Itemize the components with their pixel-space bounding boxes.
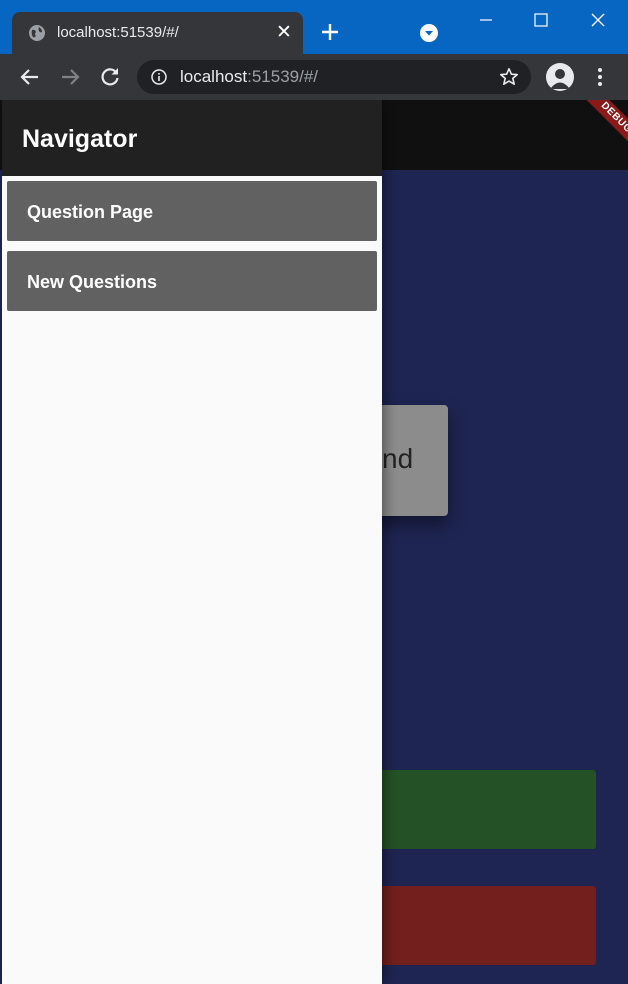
- close-icon[interactable]: [586, 8, 610, 32]
- tab-close-icon[interactable]: ✕: [274, 23, 294, 43]
- drawer-header: Navigator: [2, 100, 382, 176]
- profile-avatar[interactable]: [546, 63, 574, 91]
- arrow-left-icon[interactable]: [18, 65, 42, 89]
- drawer-item-question-page[interactable]: Question Page: [7, 181, 377, 241]
- globe-icon: [29, 25, 45, 41]
- arrow-right-icon[interactable]: [58, 65, 82, 89]
- tab-title: localhost:51539/#/: [57, 24, 179, 41]
- minimize-icon[interactable]: [474, 8, 498, 32]
- kebab-menu-icon[interactable]: [588, 65, 612, 89]
- background-card-text: nd: [382, 443, 414, 474]
- title-bar: localhost:51539/#/ ✕: [0, 0, 628, 54]
- browser-toolbar: localhost:51539/#/: [0, 54, 628, 100]
- url-text[interactable]: localhost:51539/#/: [180, 68, 318, 86]
- browser-window: localhost:51539/#/ ✕ localhost:51539/#/ …: [0, 0, 628, 984]
- page-viewport: nd DEBUG Navigator Question Page New Que…: [0, 100, 628, 984]
- reload-icon[interactable]: [98, 65, 122, 89]
- maximize-icon[interactable]: [529, 8, 553, 32]
- address-bar[interactable]: localhost:51539/#/: [137, 60, 531, 94]
- star-icon[interactable]: [499, 67, 519, 87]
- person-icon: [550, 69, 570, 89]
- drawer-title: Navigator: [22, 125, 138, 153]
- info-icon[interactable]: [151, 69, 167, 85]
- url-path: :51539/#/: [247, 67, 319, 86]
- plus-icon[interactable]: [318, 20, 342, 44]
- url-host: localhost: [180, 67, 248, 86]
- navigation-drawer: Navigator Question Page New Questions: [2, 100, 382, 984]
- drawer-item-label: Question Page: [27, 202, 154, 222]
- drawer-item-new-questions[interactable]: New Questions: [7, 251, 377, 311]
- chevron-down-circle-icon[interactable]: [419, 23, 439, 43]
- browser-tab[interactable]: localhost:51539/#/ ✕: [12, 12, 303, 54]
- drawer-item-label: New Questions: [27, 272, 158, 292]
